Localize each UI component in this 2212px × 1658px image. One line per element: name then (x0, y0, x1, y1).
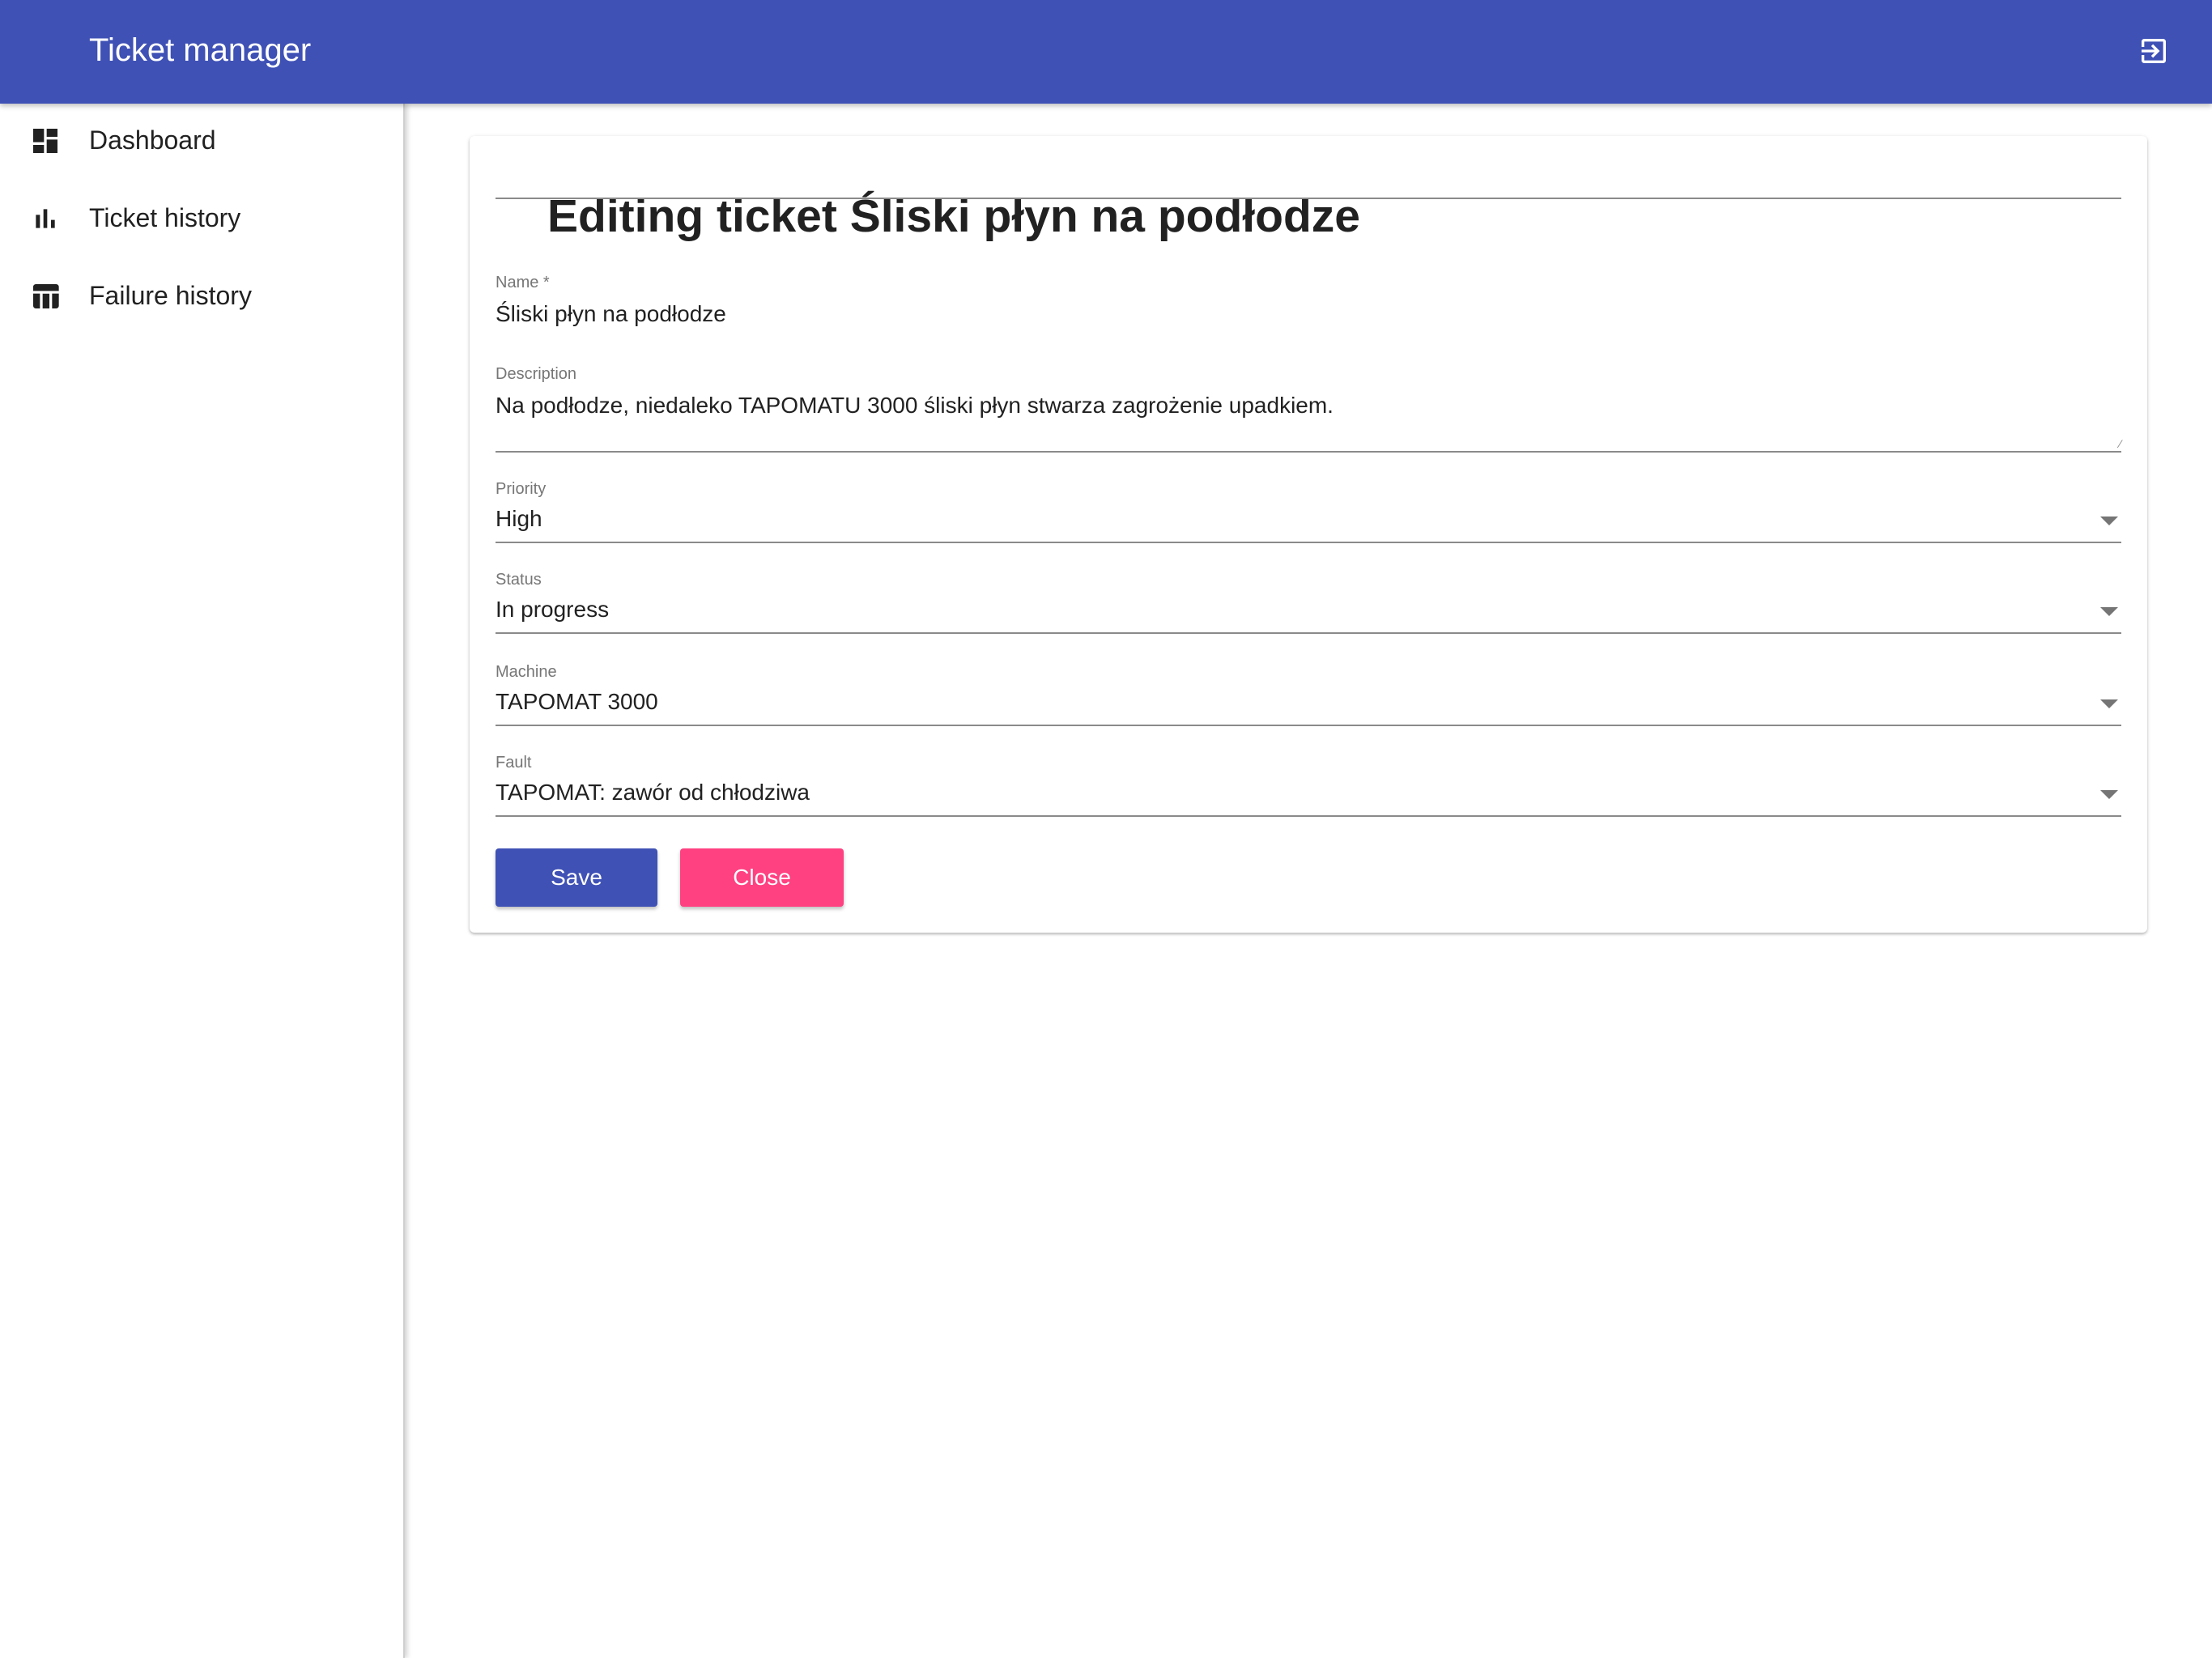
close-button[interactable]: Close (680, 848, 844, 907)
logout-button[interactable] (2134, 32, 2173, 70)
bar-chart-icon (36, 209, 55, 228)
sidebar: Dashboard Ticket history Failure history (0, 104, 405, 1658)
priority-select[interactable]: Priority High (496, 480, 2121, 545)
fault-select[interactable]: Fault TAPOMAT: zawór od chłodziwa (496, 754, 2121, 818)
description-underline (496, 451, 2121, 453)
name-input[interactable]: Śliski płyn na podłodze (496, 301, 2066, 327)
fault-label: Fault (496, 754, 532, 772)
sidebar-item-label: Ticket history (89, 203, 241, 232)
app-title: Ticket manager (89, 32, 312, 68)
chevron-down-icon (2100, 790, 2118, 799)
chevron-down-icon (2100, 607, 2118, 616)
machine-select[interactable]: Machine TAPOMAT 3000 (496, 663, 2121, 728)
description-label: Description (496, 365, 577, 383)
logout-icon (2142, 39, 2166, 63)
fault-value: TAPOMAT: zawór od chłodziwa (496, 780, 810, 805)
sidebar-item-ticket-history[interactable]: Ticket history (0, 181, 402, 259)
sidebar-item-failure-history[interactable]: Failure history (0, 259, 402, 337)
fault-underline (496, 815, 2121, 817)
status-underline (496, 632, 2121, 634)
machine-label: Machine (496, 663, 557, 681)
name-label: Name * (496, 274, 550, 291)
machine-underline (496, 725, 2121, 726)
status-value: In progress (496, 597, 610, 622)
status-label: Status (496, 571, 542, 589)
save-button[interactable]: Save (496, 848, 657, 907)
priority-value: High (496, 506, 542, 531)
chevron-down-icon (2100, 517, 2118, 525)
sidebar-item-label: Failure history (89, 281, 252, 310)
description-textarea[interactable]: Na podłodze, niedaleko TAPOMATU 3000 śli… (496, 393, 2066, 419)
description-field: Description Na podłodze, niedaleko TAPOM… (496, 365, 2121, 454)
app-bar: Ticket manager (0, 0, 2212, 104)
priority-label: Priority (496, 480, 547, 498)
table-icon (33, 284, 59, 308)
sidebar-item-label: Dashboard (89, 125, 216, 155)
chevron-down-icon (2100, 699, 2118, 708)
edit-ticket-card: Editing ticket Śliski płyn na podłodze N… (470, 136, 2147, 933)
name-underline (496, 198, 2121, 199)
dashboard-icon (33, 129, 57, 153)
name-field: Name * Śliski płyn na podłodze (496, 198, 2121, 338)
priority-underline (496, 542, 2121, 543)
resize-handle-icon[interactable]: ⁄ (2120, 438, 2121, 449)
status-select[interactable]: Status In progress (496, 571, 2121, 636)
machine-value: TAPOMAT 3000 (496, 689, 658, 714)
sidebar-item-dashboard[interactable]: Dashboard (0, 104, 402, 181)
